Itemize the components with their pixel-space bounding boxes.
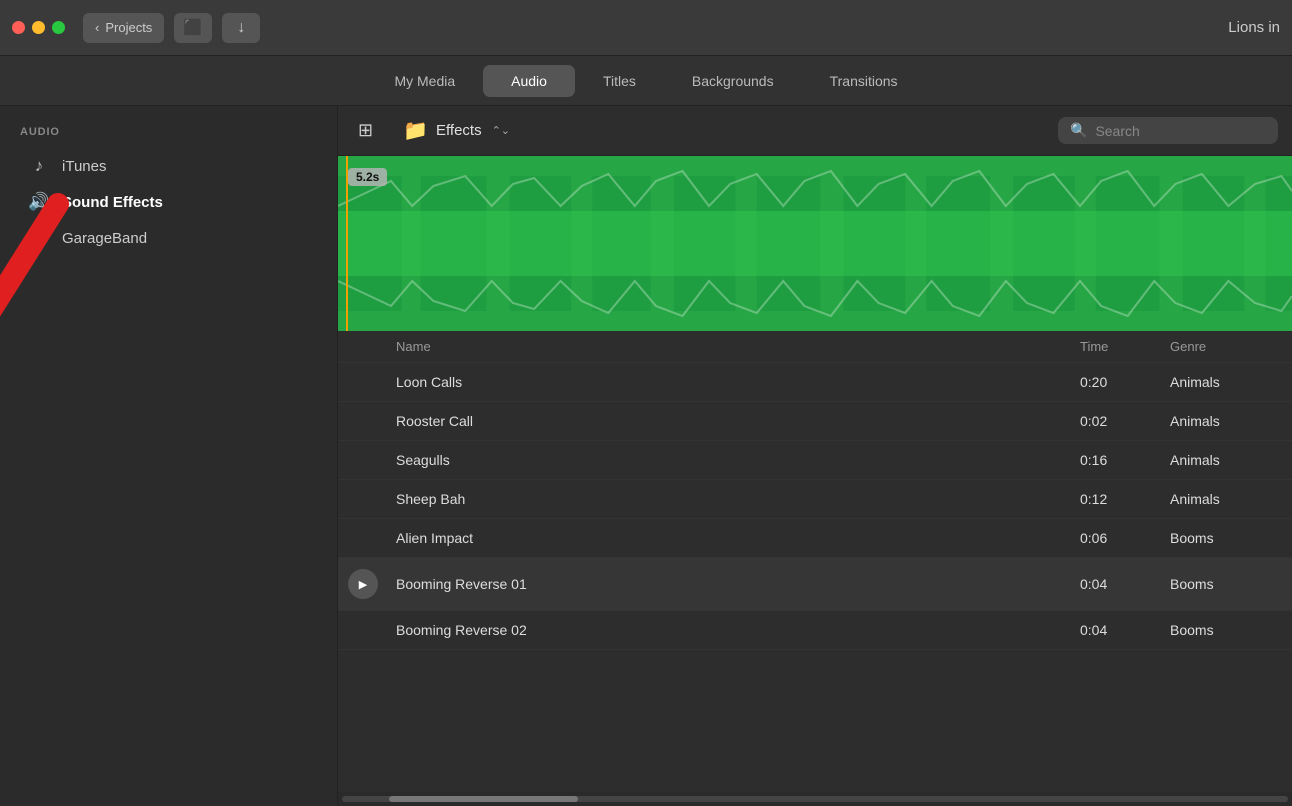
tab-my-media[interactable]: My Media [366, 65, 483, 97]
nav-tabs: My Media Audio Titles Backgrounds Transi… [0, 56, 1292, 106]
speaker-icon: 🔊 [28, 192, 50, 212]
row-time-cell: 0:12 [1072, 491, 1162, 507]
sidebar-item-label-itunes: iTunes [62, 158, 106, 175]
waveform-svg [338, 156, 1292, 331]
scroll-track [342, 796, 1288, 802]
sidebar-item-itunes[interactable]: ♪ iTunes [8, 148, 329, 184]
row-genre-cell: Animals [1162, 374, 1292, 390]
row-name-cell: Booming Reverse 01 [388, 576, 1072, 592]
fullscreen-button[interactable] [52, 21, 65, 34]
traffic-lights [12, 21, 65, 34]
filmstrip-icon: ⬛ [183, 18, 203, 38]
minimize-button[interactable] [32, 21, 45, 34]
table-row: Sheep Bah 0:12 Animals [338, 480, 1292, 519]
download-icon: ↓ [237, 19, 245, 37]
table-row: Alien Impact 0:06 Booms [338, 519, 1292, 558]
row-genre-cell: Booms [1162, 622, 1292, 638]
music-note-icon: ♪ [28, 156, 50, 176]
content-area: ⊞ 📁 Effects ⌃⌄ 🔍 [338, 106, 1292, 806]
sidebar-section-label: AUDIO [0, 126, 337, 148]
row-time-cell: 0:04 [1072, 622, 1162, 638]
horizontal-scrollbar[interactable] [338, 792, 1292, 806]
sidebar-item-sound-effects[interactable]: 🔊 Sound Effects [8, 184, 329, 220]
folder-selector[interactable]: 📁 Effects ⌃⌄ [393, 114, 520, 147]
table-row: ▶ Booming Reverse 01 0:04 Booms [338, 558, 1292, 611]
row-time-cell: 0:04 [1072, 576, 1162, 592]
content-toolbar: ⊞ 📁 Effects ⌃⌄ 🔍 [338, 106, 1292, 156]
waveform-container: 5.2s [338, 156, 1292, 331]
chevron-updown-icon: ⌃⌄ [492, 124, 510, 137]
filmstrip-button[interactable]: ⬛ [174, 13, 212, 43]
folder-icon: 📁 [403, 118, 428, 143]
tab-transitions[interactable]: Transitions [802, 65, 926, 97]
search-box[interactable]: 🔍 [1058, 117, 1278, 144]
row-name-cell: Seagulls [388, 452, 1072, 468]
scroll-thumb[interactable] [389, 796, 578, 802]
grid-icon: ⊞ [358, 120, 373, 140]
row-genre-cell: Animals [1162, 452, 1292, 468]
row-time-cell: 0:20 [1072, 374, 1162, 390]
row-time-cell: 0:16 [1072, 452, 1162, 468]
time-badge: 5.2s [348, 168, 387, 186]
window-title: Lions in [1228, 19, 1280, 36]
row-time-cell: 0:02 [1072, 413, 1162, 429]
close-button[interactable] [12, 21, 25, 34]
guitar-icon: 🎸 [28, 228, 50, 248]
row-name-cell: Loon Calls [388, 374, 1072, 390]
row-play-cell: ▶ [338, 569, 388, 599]
red-arrow-annotation [0, 124, 238, 544]
sidebar: AUDIO ♪ iTunes 🔊 Sound Effects 🎸 GarageB… [0, 106, 338, 806]
col-header-play [338, 339, 388, 354]
tab-audio[interactable]: Audio [483, 65, 575, 97]
projects-button[interactable]: ‹ Projects [83, 13, 164, 43]
row-genre-cell: Booms [1162, 530, 1292, 546]
play-button[interactable]: ▶ [348, 569, 378, 599]
search-icon: 🔍 [1070, 122, 1087, 139]
row-genre-cell: Booms [1162, 576, 1292, 592]
row-name-cell: Sheep Bah [388, 491, 1072, 507]
row-name-cell: Alien Impact [388, 530, 1072, 546]
grid-view-button[interactable]: ⊞ [352, 116, 379, 145]
tab-titles[interactable]: Titles [575, 65, 664, 97]
back-chevron-icon: ‹ [95, 20, 99, 35]
titlebar: ‹ Projects ⬛ ↓ Lions in [0, 0, 1292, 56]
table-header: Name Time Genre [338, 331, 1292, 363]
download-button[interactable]: ↓ [222, 13, 260, 43]
row-name-cell: Rooster Call [388, 413, 1072, 429]
sidebar-item-garageband[interactable]: 🎸 GarageBand [8, 220, 329, 256]
row-time-cell: 0:06 [1072, 530, 1162, 546]
col-header-time: Time [1072, 339, 1162, 354]
audio-table: Name Time Genre Loon Calls 0:20 Animals … [338, 331, 1292, 792]
table-row: Seagulls 0:16 Animals [338, 441, 1292, 480]
sidebar-item-label-garageband: GarageBand [62, 230, 147, 247]
row-genre-cell: Animals [1162, 491, 1292, 507]
main-content: AUDIO ♪ iTunes 🔊 Sound Effects 🎸 GarageB… [0, 106, 1292, 806]
tab-backgrounds[interactable]: Backgrounds [664, 65, 802, 97]
table-row: Loon Calls 0:20 Animals [338, 363, 1292, 402]
row-genre-cell: Animals [1162, 413, 1292, 429]
col-header-name: Name [388, 339, 1072, 354]
row-name-cell: Booming Reverse 02 [388, 622, 1072, 638]
col-header-genre: Genre [1162, 339, 1292, 354]
sidebar-item-label-sound-effects: Sound Effects [62, 194, 163, 211]
table-row: Rooster Call 0:02 Animals [338, 402, 1292, 441]
folder-label: Effects [436, 122, 482, 139]
table-row: Booming Reverse 02 0:04 Booms [338, 611, 1292, 650]
search-input[interactable] [1095, 123, 1266, 139]
